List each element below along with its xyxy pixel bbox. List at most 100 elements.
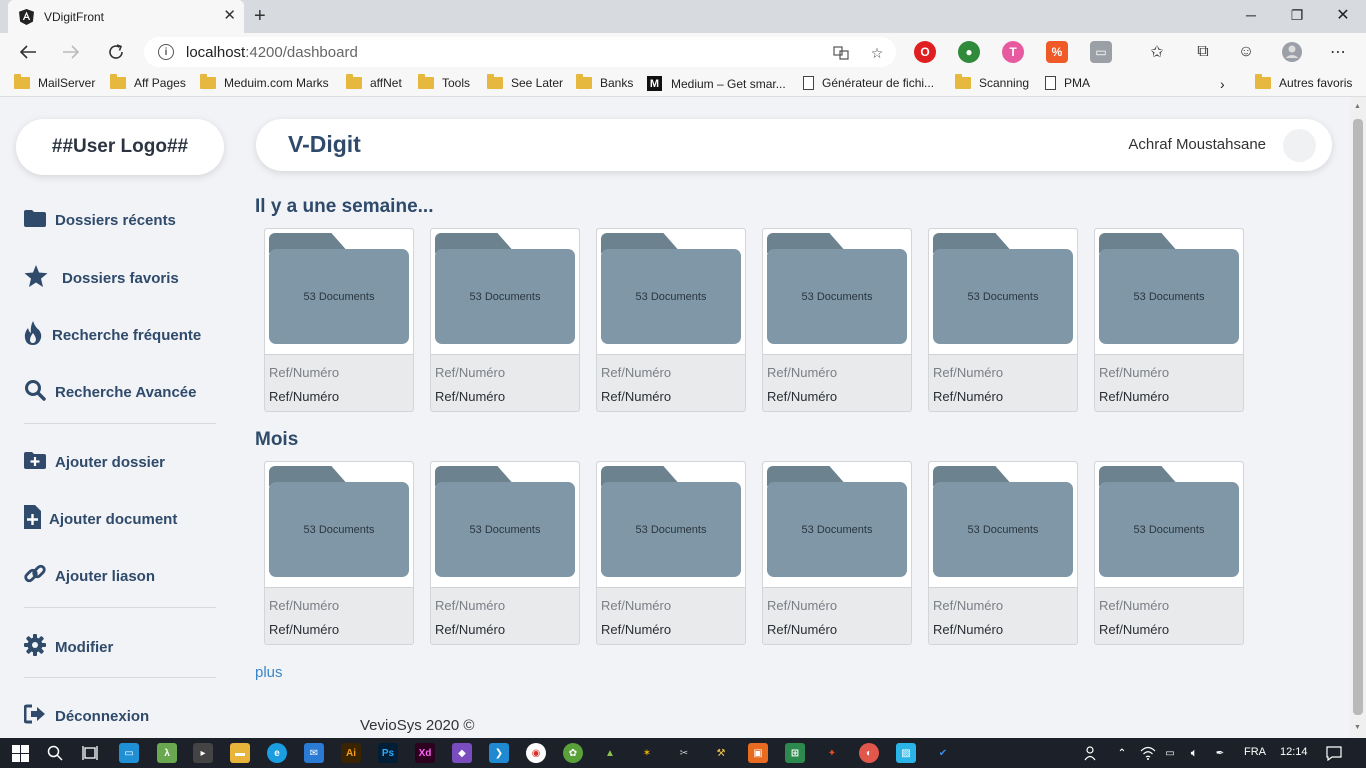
- folder-card[interactable]: 53 Documents Ref/Numéro Ref/Numéro: [596, 228, 746, 412]
- sidebar-item-ajouter-document[interactable]: Ajouter document: [24, 505, 177, 533]
- illustrator-icon[interactable]: Ai: [341, 743, 361, 763]
- bookmark-item[interactable]: Banks: [576, 74, 633, 90]
- folder-card[interactable]: 53 Documents Ref/Numéro Ref/Numéro: [264, 461, 414, 645]
- info-icon[interactable]: i: [158, 44, 174, 60]
- folder-card[interactable]: 53 Documents Ref/Numéro Ref/Numéro: [264, 228, 414, 412]
- favorites-icon[interactable]: ✩: [1146, 41, 1168, 63]
- vscode-icon[interactable]: ❯: [489, 743, 509, 763]
- bookmark-item[interactable]: Aff Pages: [110, 74, 186, 90]
- visual-studio-icon[interactable]: ◆: [452, 743, 472, 763]
- wifi-icon[interactable]: [1138, 743, 1158, 763]
- refresh-icon[interactable]: [103, 39, 129, 65]
- git-graph-icon[interactable]: ✶: [637, 743, 657, 763]
- sidebar-item-dossiers-favoris[interactable]: Dossiers favoris: [24, 265, 179, 291]
- profile-icon[interactable]: [1281, 41, 1303, 63]
- close-window-icon[interactable]: ✕: [1320, 0, 1366, 30]
- minimize-icon[interactable]: ─: [1228, 0, 1274, 30]
- user-name[interactable]: Achraf Moustahsane: [1128, 136, 1266, 153]
- avatar[interactable]: [1283, 129, 1316, 162]
- search-icon[interactable]: [45, 743, 65, 763]
- scroll-up-icon[interactable]: ▲: [1354, 103, 1361, 110]
- t-extension-icon[interactable]: T: [1002, 41, 1024, 63]
- android-icon[interactable]: ▲: [600, 743, 620, 763]
- folder-card[interactable]: 53 Documents Ref/Numéro Ref/Numéro: [762, 461, 912, 645]
- folder-card[interactable]: 53 Documents Ref/Numéro Ref/Numéro: [430, 228, 580, 412]
- windows-start-icon[interactable]: [10, 743, 30, 763]
- chevron-up-icon[interactable]: ⌃: [1112, 743, 1132, 763]
- app-gradient-icon[interactable]: ▨: [896, 743, 916, 763]
- folder-card[interactable]: 53 Documents Ref/Numéro Ref/Numéro: [1094, 228, 1244, 412]
- tools-app-icon[interactable]: ⚒: [711, 743, 731, 763]
- mail-icon[interactable]: ✉: [304, 743, 324, 763]
- terminal-icon[interactable]: ▸: [193, 743, 213, 763]
- adobe-xd-icon[interactable]: Xd: [415, 743, 435, 763]
- back-icon[interactable]: [15, 39, 41, 65]
- sidebar-item-modifier[interactable]: Modifier: [24, 634, 113, 660]
- todo-icon[interactable]: ✔: [933, 743, 953, 763]
- more-link[interactable]: plus: [255, 664, 283, 681]
- bookmark-item[interactable]: M Medium – Get smar...: [647, 76, 786, 91]
- folder-card[interactable]: 53 Documents Ref/Numéro Ref/Numéro: [928, 228, 1078, 412]
- translate-icon[interactable]: [832, 44, 850, 62]
- scroll-thumb[interactable]: [1353, 119, 1363, 715]
- pen-icon[interactable]: ✒: [1210, 743, 1230, 763]
- bookmark-item[interactable]: See Later: [487, 74, 563, 90]
- desktop-app-icon[interactable]: ▭: [119, 743, 139, 763]
- bookmark-item[interactable]: MailServer: [14, 74, 95, 90]
- clock[interactable]: 12:14: [1280, 746, 1308, 758]
- snipping-tool-icon[interactable]: ✂: [674, 743, 694, 763]
- percent-extension-icon[interactable]: %: [1046, 41, 1068, 63]
- file-explorer-icon[interactable]: ▬: [230, 743, 250, 763]
- folder-card[interactable]: 53 Documents Ref/Numéro Ref/Numéro: [928, 461, 1078, 645]
- brand-title[interactable]: V-Digit: [288, 131, 361, 158]
- app-red-icon[interactable]: ◐: [859, 743, 879, 763]
- bookmark-item[interactable]: Scanning: [955, 74, 1029, 90]
- sidebar-item-recherche-frequente[interactable]: Recherche fréquente: [24, 321, 201, 349]
- language-indicator[interactable]: FRA: [1244, 746, 1266, 758]
- folder-card[interactable]: 53 Documents Ref/Numéro Ref/Numéro: [430, 461, 580, 645]
- sidebar-item-deconnexion[interactable]: Déconnexion: [23, 704, 149, 728]
- app-orange-icon[interactable]: ▣: [748, 743, 768, 763]
- restore-icon[interactable]: ❐: [1274, 0, 1320, 30]
- scroll-down-icon[interactable]: ▼: [1354, 724, 1361, 731]
- feedback-icon[interactable]: ☺: [1235, 41, 1257, 63]
- forward-icon[interactable]: [58, 39, 84, 65]
- favorite-star-icon[interactable]: ☆: [868, 44, 886, 62]
- globe-extension-icon[interactable]: ●: [958, 41, 980, 63]
- cast-extension-icon[interactable]: ▭: [1090, 41, 1112, 63]
- bookmark-item[interactable]: affNet: [346, 74, 402, 90]
- page-scrollbar[interactable]: ▲ ▼: [1350, 97, 1366, 738]
- url-bar[interactable]: i localhost:4200/dashboard ☆: [144, 37, 896, 67]
- sidebar-item-ajouter-dossier[interactable]: Ajouter dossier: [24, 451, 165, 473]
- postman-icon[interactable]: ✦: [822, 743, 842, 763]
- battery-icon[interactable]: ▭: [1160, 743, 1180, 763]
- network-app-icon[interactable]: ⊞: [785, 743, 805, 763]
- folder-card[interactable]: 53 Documents Ref/Numéro Ref/Numéro: [762, 228, 912, 412]
- sidebar-item-ajouter-liason[interactable]: Ajouter liason: [24, 563, 155, 589]
- other-favorites[interactable]: Autres favoris: [1255, 74, 1352, 90]
- edge-browser-icon[interactable]: e: [267, 743, 287, 763]
- task-view-icon[interactable]: [80, 743, 100, 763]
- chevron-right-icon[interactable]: ›: [1220, 76, 1225, 92]
- bookmark-item[interactable]: Tools: [418, 74, 470, 90]
- folder-card[interactable]: 53 Documents Ref/Numéro Ref/Numéro: [1094, 461, 1244, 645]
- sidebar-item-recherche-avancee[interactable]: Recherche Avancée: [24, 379, 196, 405]
- spring-icon[interactable]: ✿: [563, 743, 583, 763]
- bookmark-item[interactable]: PMA: [1045, 76, 1090, 90]
- collections-icon[interactable]: ⧉: [1192, 41, 1214, 63]
- close-tab-icon[interactable]: ✕: [223, 8, 236, 24]
- notifications-icon[interactable]: [1324, 743, 1344, 763]
- browser-tab[interactable]: VDigitFront ✕: [8, 0, 244, 33]
- more-menu-icon[interactable]: ⋯: [1327, 41, 1349, 63]
- sidebar-item-dossiers-recents[interactable]: Dossiers récents: [24, 209, 176, 231]
- photoshop-icon[interactable]: Ps: [378, 743, 398, 763]
- people-icon[interactable]: [1082, 743, 1102, 763]
- chrome-icon[interactable]: ◉: [526, 743, 546, 763]
- opera-vpn-icon[interactable]: O: [914, 41, 936, 63]
- bookmark-item[interactable]: Générateur de fichi...: [803, 76, 934, 90]
- bookmark-item[interactable]: Meduim.com Marks: [200, 74, 329, 90]
- folder-card[interactable]: 53 Documents Ref/Numéro Ref/Numéro: [596, 461, 746, 645]
- volume-icon[interactable]: 🔈︎: [1184, 743, 1204, 763]
- lambda-app-icon[interactable]: λ: [157, 743, 177, 763]
- new-tab-icon[interactable]: +: [254, 5, 266, 27]
